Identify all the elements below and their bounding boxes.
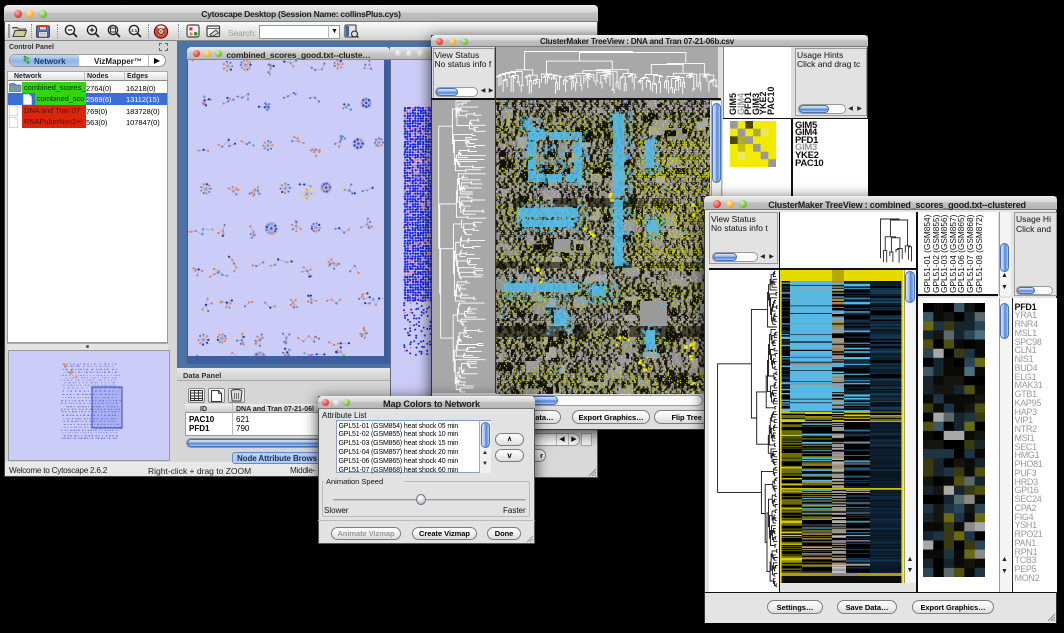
svg-text:1:1: 1:1: [131, 28, 138, 33]
